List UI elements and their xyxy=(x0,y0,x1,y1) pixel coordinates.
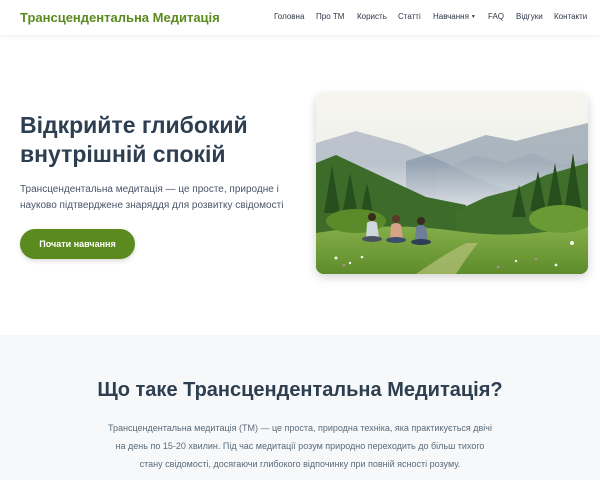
nav-contacts[interactable]: Контакти xyxy=(554,12,587,24)
nav-articles[interactable]: Статті xyxy=(398,12,421,24)
hero-image xyxy=(316,93,588,274)
chevron-down-icon: ▼ xyxy=(470,14,476,20)
nav-home[interactable]: Головна xyxy=(274,12,304,24)
nav-learning-label: Навчання xyxy=(433,12,469,21)
about-title: Що таке Трансцендентальна Медитація? xyxy=(97,379,503,401)
nav-faq[interactable]: FAQ xyxy=(488,12,504,24)
hero-subtitle: Трансцендентальна медитація — це просте,… xyxy=(20,184,284,211)
hero-title: Відкрийте глибокий внутрішній спокій xyxy=(20,112,248,167)
brand-logo[interactable]: Трансцендентальна Медитація xyxy=(20,10,220,25)
nav-learning[interactable]: Навчання ▼ xyxy=(433,12,476,24)
nav-about-tm[interactable]: Про ТМ xyxy=(316,12,344,24)
start-learning-button[interactable]: Почати навчання xyxy=(20,229,135,259)
nav-benefits[interactable]: Користь xyxy=(357,12,387,24)
people-illustration xyxy=(362,213,431,245)
about-text: Трансцендентальна медитація (ТМ) — це пр… xyxy=(108,423,492,469)
nav-testimonials[interactable]: Відгуки xyxy=(516,12,543,24)
navbar: Трансцендентальна Медитація Головна Про … xyxy=(0,0,600,35)
about-section: Що таке Трансцендентальна Медитація? Тра… xyxy=(0,335,600,480)
meditation-landscape-illustration xyxy=(316,93,588,274)
